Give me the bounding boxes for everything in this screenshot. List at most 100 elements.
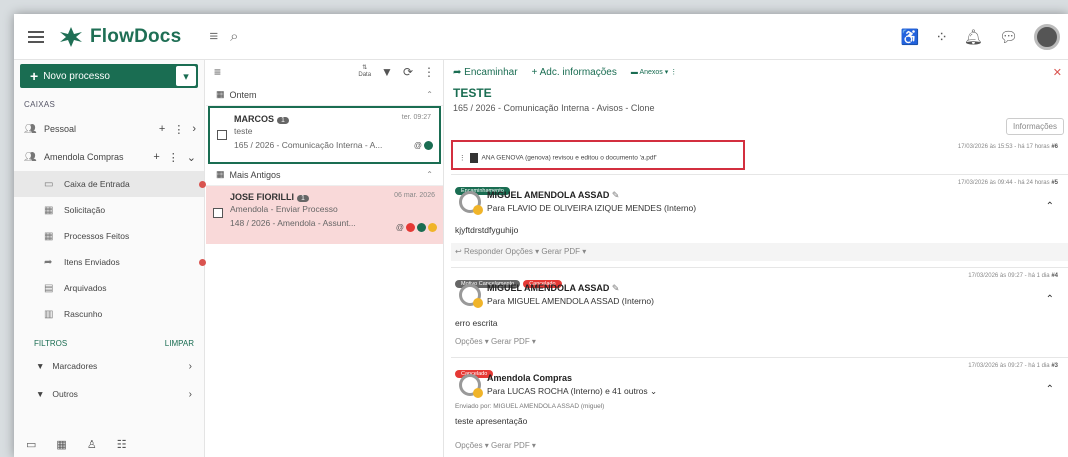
avatar bbox=[459, 191, 483, 215]
archive-icon: ▤ bbox=[44, 282, 54, 294]
chevron-right-icon[interactable]: › bbox=[192, 123, 196, 136]
message-3: Cancelado 17/03/2026 às 09:27 - há 1 dia… bbox=[451, 357, 1068, 457]
user-avatar[interactable] bbox=[1034, 24, 1060, 50]
filter-label: Outros bbox=[52, 389, 78, 399]
status-green-icon bbox=[417, 223, 426, 232]
message-meta: 17/03/2026 às 09:27 - há 1 dia #3 bbox=[968, 363, 1058, 369]
top-bar: FlowDocs ≡ ⌕ ♿ ⁘ 🔔︎ 💬︎ bbox=[14, 14, 1068, 60]
sidebar-item-sent[interactable]: ➦ Itens Enviados bbox=[14, 249, 206, 275]
group-yesterday[interactable]: ▦ Ontem ⌃ bbox=[206, 84, 443, 106]
message-recipient: Para FLAVIO DE OLIVEIRA IZIQUE MENDES (I… bbox=[487, 203, 697, 213]
list-menu-icon[interactable]: ≡ bbox=[214, 65, 221, 79]
attachment-icon: @ bbox=[413, 141, 422, 150]
message-options[interactable]: Opções ▾ Gerar PDF ▾ bbox=[455, 337, 536, 346]
add-info-button[interactable]: + Adc. informações bbox=[532, 67, 617, 78]
avatar bbox=[459, 374, 483, 398]
folder-icon: ▦ bbox=[44, 230, 54, 242]
filter-lines-icon[interactable]: ≡ bbox=[209, 28, 218, 45]
attachments-button[interactable]: ▬ Anexos ▾ ⋮ bbox=[631, 68, 677, 76]
chevron-down-icon[interactable]: ⌄ bbox=[187, 151, 196, 164]
process-title: TESTE bbox=[453, 86, 492, 100]
group-older[interactable]: ▦ Mais Antigos ⌃ bbox=[206, 164, 443, 186]
filter-markers[interactable]: ▼ Marcadores › bbox=[14, 352, 204, 380]
app-window: FlowDocs ≡ ⌕ ♿ ⁘ 🔔︎ 💬︎ + Novo processo ▾ C… bbox=[14, 14, 1068, 457]
draft-icon: ▥ bbox=[44, 308, 54, 320]
message-meta: 17/03/2026 às 09:27 - há 1 dia #4 bbox=[968, 273, 1058, 279]
sidebar-item-inbox[interactable]: ▭ Caixa de Entrada bbox=[14, 171, 206, 197]
count-badge: 1 bbox=[277, 117, 289, 124]
chevron-up-icon[interactable]: ⌃ bbox=[1046, 294, 1054, 305]
box-pessoal[interactable]: 👥︎ Pessoal + ⋮ › bbox=[14, 115, 204, 143]
message-sender: MIGUEL AMENDOLA ASSAD ✎ bbox=[487, 283, 620, 293]
box-amendola[interactable]: 👥︎ Amendola Compras + ⋮ ⌄ bbox=[14, 143, 204, 171]
caixas-heading: CAIXAS bbox=[24, 100, 56, 109]
add-icon[interactable]: + bbox=[159, 123, 165, 136]
highlighted-event[interactable]: ⋮ ANA GENOVA (genova) revisou e editou o … bbox=[451, 140, 745, 170]
select-checkbox[interactable] bbox=[213, 208, 223, 218]
sidebar-item-done[interactable]: ▦ Processos Feitos bbox=[14, 223, 204, 249]
sidebar-item-solicitacao[interactable]: ▦ Solicitação bbox=[14, 197, 204, 223]
card-subject: Amendola - Enviar Processo bbox=[230, 204, 338, 214]
filters-heading: FILTROS bbox=[34, 339, 68, 348]
filter-others[interactable]: ▼ Outros › bbox=[14, 380, 204, 408]
chevron-up-icon[interactable]: ⌃ bbox=[1046, 201, 1054, 212]
apps-icon[interactable]: ⁘ bbox=[935, 28, 948, 46]
app-logo[interactable]: FlowDocs bbox=[58, 26, 181, 48]
grid-icon[interactable]: ▦ bbox=[56, 438, 66, 451]
sent-by: Enviado por: MIGUEL AMENDOLA ASSAD (migu… bbox=[455, 403, 605, 410]
card-sender: JOSE FIORILLI bbox=[230, 192, 295, 202]
filter-icon[interactable]: ▼ bbox=[381, 65, 393, 79]
forward-button[interactable]: ➦ Encaminhar bbox=[453, 67, 518, 78]
chevron-down-icon[interactable]: ⌄ bbox=[650, 386, 657, 396]
select-checkbox[interactable] bbox=[217, 130, 227, 140]
more-icon[interactable]: ⋮ bbox=[168, 151, 179, 164]
sidebar-item-archived[interactable]: ▤ Arquivados bbox=[14, 275, 204, 301]
message-options[interactable]: Opções ▾ Gerar PDF ▾ bbox=[455, 441, 536, 450]
chat-icon[interactable]: 💬︎ bbox=[999, 28, 1018, 46]
edit-icon[interactable]: ✎ bbox=[612, 283, 620, 293]
sort-button[interactable]: ⇅ Data bbox=[358, 65, 371, 79]
list-item[interactable]: MARCOS 1 ter. 09:27 teste 165 / 2026 - Co… bbox=[208, 106, 441, 164]
folder-icon: ▦ bbox=[44, 204, 54, 216]
search-icon[interactable]: ⌕ bbox=[230, 28, 238, 45]
bell-icon[interactable]: 🔔︎ bbox=[964, 28, 983, 46]
reply-icon: ↩ bbox=[455, 247, 462, 256]
new-process-button[interactable]: + Novo processo ▾ bbox=[20, 64, 198, 88]
inbox-icon: ▭ bbox=[44, 178, 54, 190]
users-icon: 👥︎ bbox=[24, 151, 37, 163]
list-item[interactable]: JOSE FIORILLI 1 06 mar. 2026 Amendola - E… bbox=[206, 186, 443, 244]
more-icon[interactable]: ⋮ bbox=[173, 123, 184, 136]
chevron-up-icon[interactable]: ⌃ bbox=[1046, 384, 1054, 395]
chevron-right-icon: › bbox=[188, 360, 192, 372]
message-4: Motivo Cancelamento Cancelado 17/03/2026 … bbox=[451, 267, 1068, 349]
more-icon[interactable]: ⋮ bbox=[423, 65, 435, 79]
assigned-user-icon bbox=[428, 223, 437, 232]
tree-icon[interactable]: ☷ bbox=[117, 438, 127, 451]
menu-icon[interactable] bbox=[28, 30, 44, 43]
message-body: kjyftdrstdfyguhijo bbox=[455, 225, 519, 235]
sidebar: + Novo processo ▾ CAIXAS 👥︎ Pessoal + ⋮ › 👥︎ Am… bbox=[14, 60, 206, 457]
box-label: Pessoal bbox=[44, 124, 77, 134]
message-body: erro escrita bbox=[455, 318, 498, 328]
message-options[interactable]: ↩ Responder Opções ▾ Gerar PDF ▾ bbox=[455, 247, 586, 256]
sidebar-item-label: Processos Feitos bbox=[64, 231, 130, 241]
accessibility-icon[interactable]: ♿ bbox=[901, 28, 920, 46]
message-sender: Amendola Compras bbox=[487, 373, 573, 383]
person-icon[interactable]: ♙ bbox=[87, 438, 97, 451]
add-icon[interactable]: + bbox=[153, 151, 159, 164]
close-icon[interactable]: ✕ bbox=[1053, 66, 1062, 79]
refresh-icon[interactable]: ⟳ bbox=[403, 65, 413, 79]
chevron-down-icon[interactable]: ▾ bbox=[176, 66, 196, 86]
sidebar-item-drafts[interactable]: ▥ Rascunho bbox=[14, 301, 204, 327]
info-button[interactable]: Informações bbox=[1005, 118, 1064, 135]
box-label: Amendola Compras bbox=[44, 152, 124, 162]
clear-filters-link[interactable]: LIMPAR bbox=[165, 339, 194, 348]
process-detail: ➦ Encaminhar + Adc. informações ▬ Anexos… bbox=[445, 60, 1068, 457]
forward-label: Encaminhar bbox=[464, 66, 518, 78]
inbox-icon[interactable]: ▭ bbox=[26, 438, 36, 451]
event-meta: 17/03/2026 às 15:53 - há 17 horas #6 bbox=[957, 144, 1058, 150]
edit-icon[interactable]: ✎ bbox=[612, 190, 620, 200]
message-sender: MIGUEL AMENDOLA ASSAD ✎ bbox=[487, 190, 620, 200]
message-body: teste apresentação bbox=[455, 416, 528, 426]
add-info-label: Adc. informações bbox=[539, 66, 617, 78]
